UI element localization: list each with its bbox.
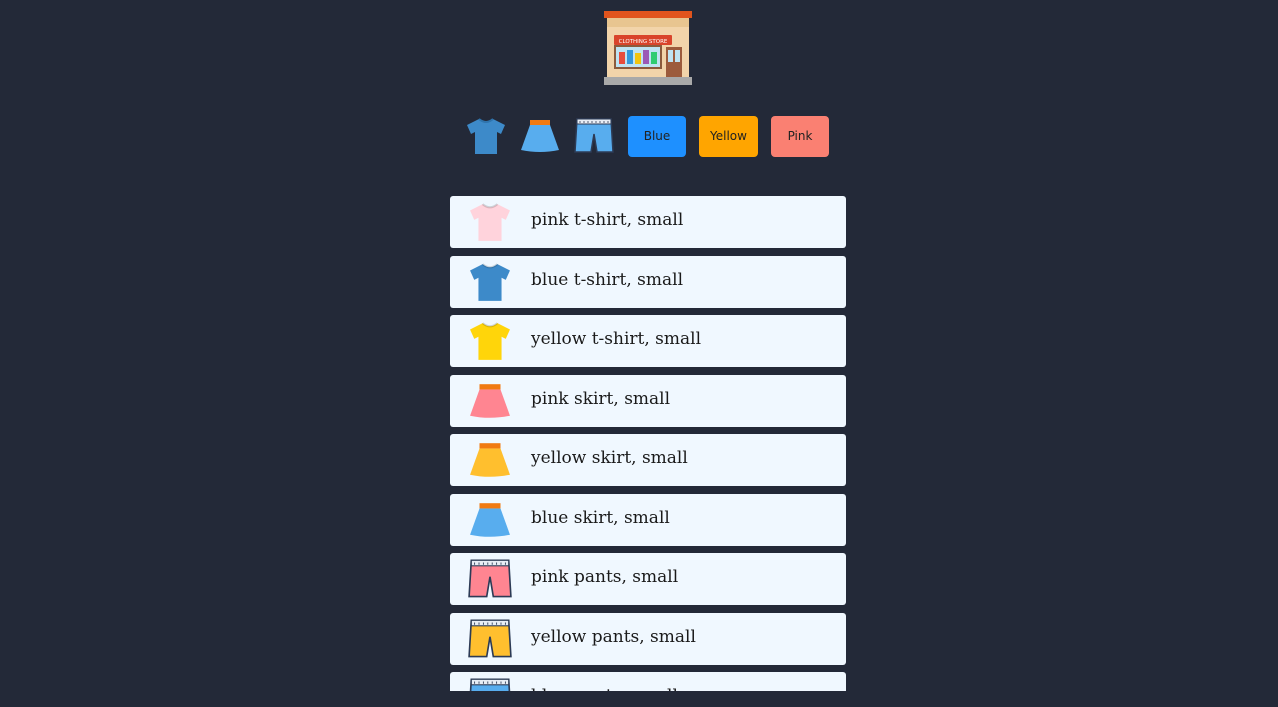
tshirt-filter-button[interactable] xyxy=(464,115,508,157)
clothing-store-icon: CLOTHING STORE xyxy=(604,11,692,85)
list-item[interactable]: blue pants, small xyxy=(450,672,846,691)
list-item-label: yellow skirt, small xyxy=(531,448,688,468)
list-item-label: yellow pants, small xyxy=(531,626,696,647)
list-item-label: blue pants, small xyxy=(531,686,678,691)
list-item[interactable]: yellow pants, small xyxy=(450,612,846,665)
skirt-icon xyxy=(466,498,514,542)
list-item-label: pink t-shirt, small xyxy=(531,210,684,230)
list-item[interactable]: blue t-shirt, small xyxy=(450,255,846,308)
list-item-label: pink skirt, small xyxy=(531,388,671,409)
skirt-filter-button[interactable] xyxy=(518,115,562,157)
yellow-filter-button[interactable]: Yellow xyxy=(699,115,758,157)
pink-filter-button[interactable]: Pink xyxy=(771,115,829,157)
skirt-icon xyxy=(466,379,514,423)
list-item-label: yellow t-shirt, small xyxy=(531,329,702,349)
list-item[interactable]: yellow t-shirt, small xyxy=(450,315,846,367)
list-item[interactable]: blue skirt, small xyxy=(450,493,846,546)
list-item-label: blue skirt, small xyxy=(531,507,670,528)
product-list: pink t-shirt, small blue t-shirt, small ye… xyxy=(450,196,846,691)
pants-filter-button[interactable] xyxy=(572,115,616,157)
tshirt-icon xyxy=(466,200,514,244)
list-item[interactable]: pink pants, small xyxy=(450,553,846,605)
pants-icon xyxy=(574,118,614,153)
filter-bar: Blue Yellow Pink xyxy=(464,115,829,157)
list-item[interactable]: pink t-shirt, small xyxy=(450,196,846,248)
store-sign-text: CLOTHING STORE xyxy=(619,39,668,45)
list-item[interactable]: pink skirt, small xyxy=(450,374,846,427)
pants-icon xyxy=(466,557,514,601)
tshirt-icon xyxy=(466,319,514,363)
list-item-label: blue t-shirt, small xyxy=(531,269,684,290)
tshirt-icon xyxy=(467,118,505,154)
list-item[interactable]: yellow skirt, small xyxy=(450,434,846,486)
pants-icon xyxy=(466,617,514,661)
skirt-icon xyxy=(466,438,514,482)
tshirt-icon xyxy=(466,260,514,304)
pants-icon xyxy=(466,676,514,691)
page: CLOTHING STORE Blue Yellow Pink pink t-s… xyxy=(0,0,1278,707)
list-item-label: pink pants, small xyxy=(531,567,679,587)
blue-filter-button[interactable]: Blue xyxy=(628,115,686,157)
skirt-icon xyxy=(521,120,559,152)
